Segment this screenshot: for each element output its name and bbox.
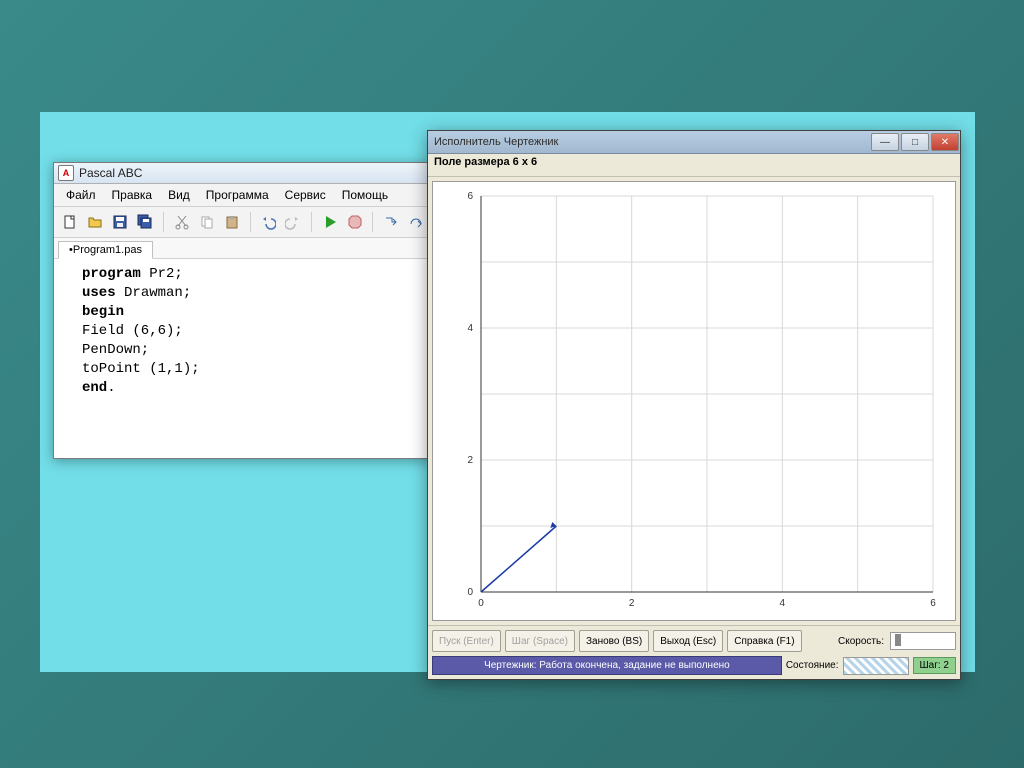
menu-help[interactable]: Помощь (334, 186, 396, 204)
save-all-icon[interactable] (134, 210, 157, 234)
ide-toolbars: Файл Правка Вид Программа Сервис Помощь (54, 184, 432, 238)
svg-text:4: 4 (780, 598, 786, 609)
drawman-title: Исполнитель Чертежник (434, 136, 558, 148)
step-over-icon[interactable] (405, 210, 428, 234)
step-counter: Шаг: 2 (913, 657, 957, 674)
drawman-window: Исполнитель Чертежник — □ ✕ Поле размера… (427, 130, 961, 680)
redo-icon[interactable] (282, 210, 305, 234)
help-button[interactable]: Справка (F1) (727, 630, 801, 652)
svg-text:0: 0 (467, 587, 473, 598)
svg-text:6: 6 (467, 191, 473, 202)
svg-text:2: 2 (467, 455, 473, 466)
code-editor[interactable]: program Pr2;uses Drawman;beginField (6,6… (54, 259, 432, 458)
new-file-icon[interactable] (58, 210, 81, 234)
maximize-button[interactable]: □ (901, 133, 929, 151)
pascal-app-icon: A (58, 165, 74, 181)
svg-text:4: 4 (467, 323, 473, 334)
control-panel: Пуск (Enter) Шаг (Space) Заново (BS) Вых… (428, 625, 960, 679)
toolbar-separator (250, 212, 251, 232)
step-into-icon[interactable] (379, 210, 402, 234)
copy-icon[interactable] (195, 210, 218, 234)
step-button[interactable]: Шаг (Space) (505, 630, 575, 652)
restart-button[interactable]: Заново (BS) (579, 630, 649, 652)
toolbar-separator (311, 212, 312, 232)
state-label: Состояние: (786, 660, 839, 671)
ide-titlebar[interactable]: A Pascal ABC (54, 163, 432, 184)
editor-tabstrip: •Program1.pas (54, 238, 432, 259)
run-icon[interactable] (318, 210, 341, 234)
save-icon[interactable] (108, 210, 131, 234)
status-message: Чертежник: Работа окончена, задание не в… (432, 656, 782, 675)
menu-file[interactable]: Файл (58, 186, 104, 204)
speed-slider[interactable] (890, 632, 956, 650)
menu-service[interactable]: Сервис (277, 186, 334, 204)
ide-title: Pascal ABC (79, 166, 142, 180)
menu-view[interactable]: Вид (160, 186, 198, 204)
exit-button[interactable]: Выход (Esc) (653, 630, 723, 652)
window-controls: — □ ✕ (870, 131, 960, 153)
ide-toolbar (54, 207, 432, 238)
state-indicator (843, 657, 909, 675)
paste-icon[interactable] (220, 210, 243, 234)
drawing-canvas: 00 2 2 4 4 6 6 (432, 181, 956, 621)
svg-text:6: 6 (930, 598, 936, 609)
menu-edit[interactable]: Правка (104, 186, 161, 204)
minimize-button[interactable]: — (871, 133, 899, 151)
undo-icon[interactable] (257, 210, 280, 234)
svg-text:2: 2 (629, 598, 635, 609)
open-file-icon[interactable] (83, 210, 106, 234)
field-size-label: Поле размера 6 x 6 (428, 154, 960, 177)
start-button[interactable]: Пуск (Enter) (432, 630, 501, 652)
toolbar-separator (163, 212, 164, 232)
stop-icon[interactable] (343, 210, 366, 234)
close-button[interactable]: ✕ (931, 133, 959, 151)
ide-menubar: Файл Правка Вид Программа Сервис Помощь (54, 184, 432, 207)
pascal-ide-window: A Pascal ABC Файл Правка Вид Программа С… (53, 162, 433, 459)
menu-program[interactable]: Программа (198, 186, 277, 204)
cut-icon[interactable] (170, 210, 193, 234)
drawman-titlebar[interactable]: Исполнитель Чертежник — □ ✕ (428, 131, 960, 154)
speed-label: Скорость: (838, 636, 886, 647)
editor-tab[interactable]: •Program1.pas (58, 241, 153, 259)
toolbar-separator (372, 212, 373, 232)
svg-text:0: 0 (478, 598, 484, 609)
